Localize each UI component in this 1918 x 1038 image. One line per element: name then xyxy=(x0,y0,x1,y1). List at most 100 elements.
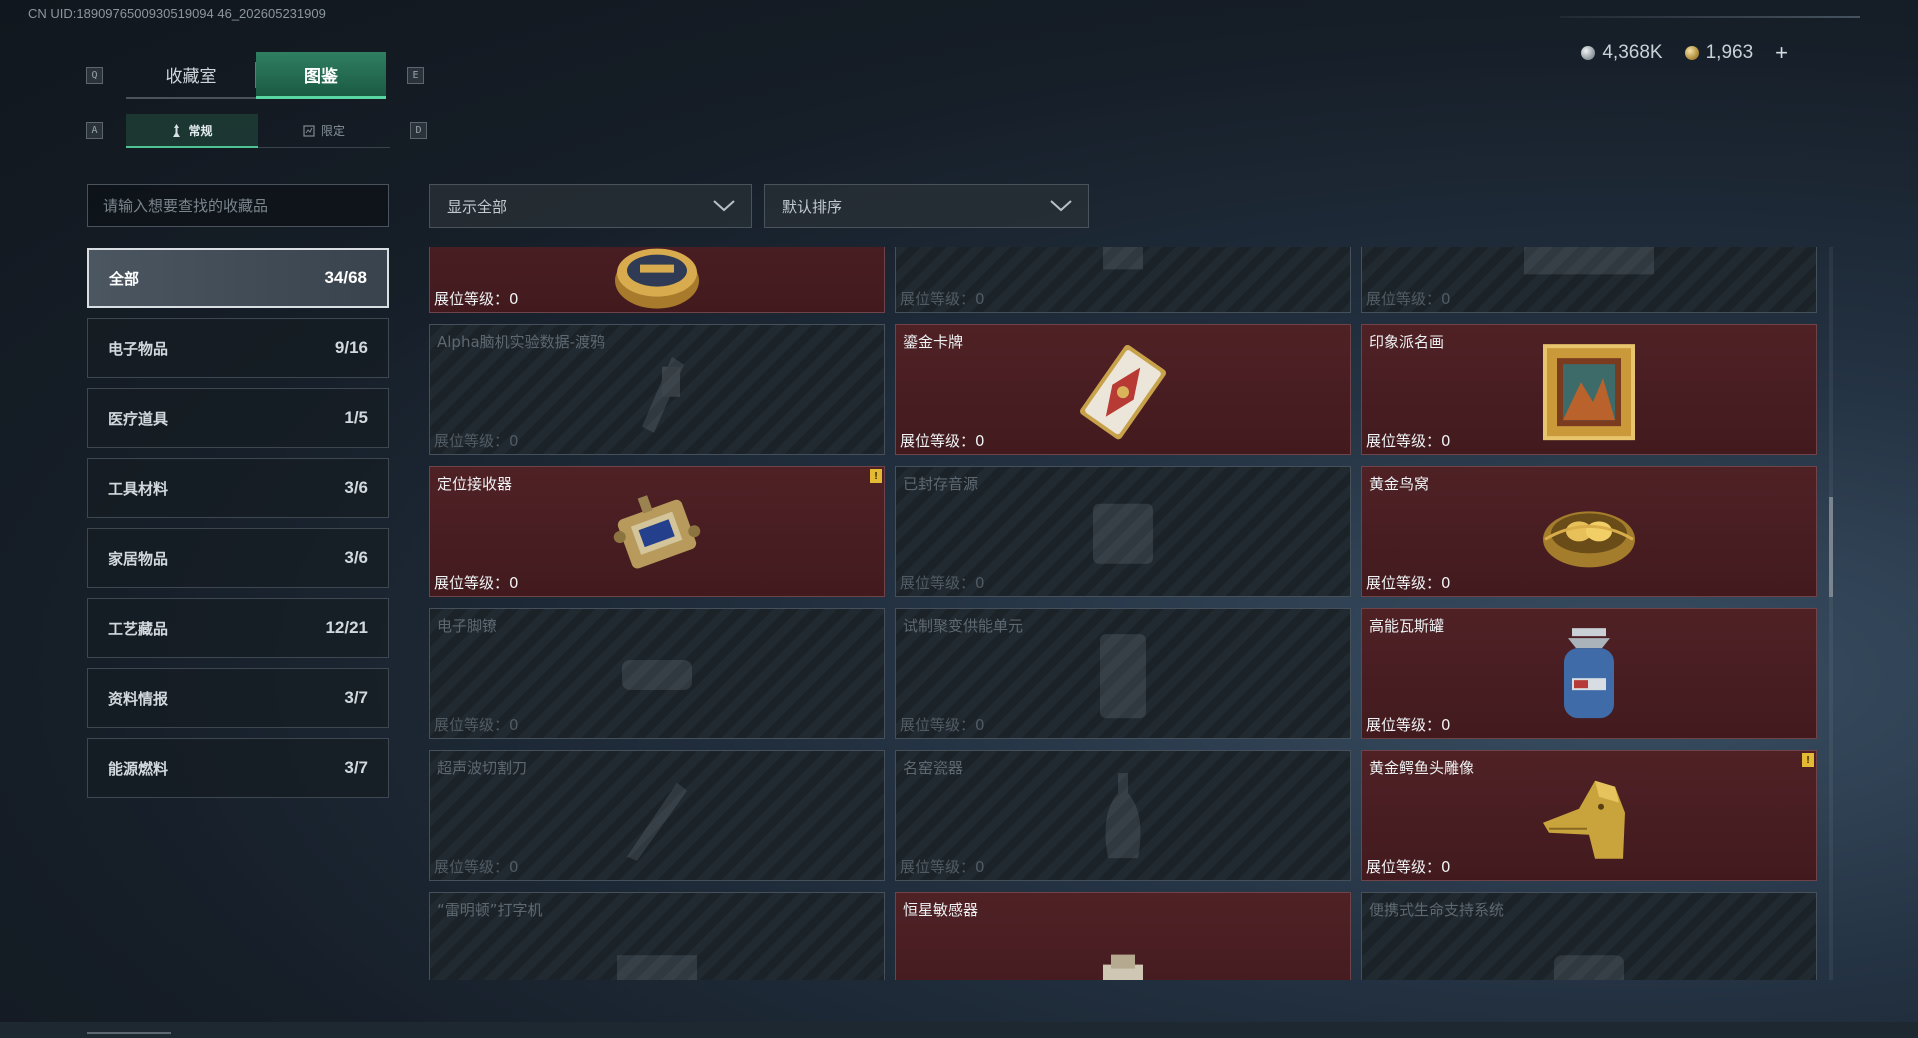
unknown-item-icon xyxy=(1519,247,1659,293)
category-medical[interactable]: 医疗道具 1/5 xyxy=(87,388,389,448)
gold-card-icon xyxy=(1068,342,1178,446)
category-label: 家居物品 xyxy=(108,549,169,568)
sealed-audio-icon xyxy=(1078,488,1168,582)
caviar-tin-icon xyxy=(612,247,702,312)
fusion-cell-icon xyxy=(1088,626,1158,730)
collection-card[interactable]: 定位接收器 ! 展位等级：0 xyxy=(429,466,885,597)
subtab-limited[interactable]: 限定 xyxy=(258,114,390,148)
item-name: 高能瓦斯罐 xyxy=(1369,617,1445,635)
category-label: 工艺藏品 xyxy=(108,619,169,638)
top-decoration-line xyxy=(1560,16,1860,18)
item-name: 超声波切割刀 xyxy=(437,759,528,777)
filter-dropdown[interactable]: 显示全部 xyxy=(429,184,752,228)
collection-grid: 展位等级：0 展位等级：0 展位等级：0 Alpha脑机实验数据-渡鸦 展位等级… xyxy=(429,247,1817,980)
filter-dropdown-label: 显示全部 xyxy=(447,197,508,216)
collection-card[interactable]: 名窑瓷器 展位等级：0 xyxy=(895,750,1351,881)
data-drive-icon xyxy=(622,346,692,440)
category-tools[interactable]: 工具材料 3/6 xyxy=(87,458,389,518)
item-name: 已封存音源 xyxy=(903,475,979,493)
tab-codex[interactable]: 图鉴 xyxy=(256,52,386,99)
item-name: 黄金鸟窝 xyxy=(1369,475,1430,493)
sort-dropdown-label: 默认排序 xyxy=(782,197,843,216)
collection-card[interactable]: 试制聚变供能单元 展位等级：0 xyxy=(895,608,1351,739)
display-level: 展位等级：0 xyxy=(900,574,985,592)
regular-icon xyxy=(173,123,181,137)
display-level: 展位等级：0 xyxy=(900,290,985,308)
item-name: 电子脚镣 xyxy=(437,617,498,635)
display-level: 展位等级：0 xyxy=(1366,290,1451,308)
porcelain-vase-icon xyxy=(1098,768,1148,872)
category-intel[interactable]: 资料情报 3/7 xyxy=(87,668,389,728)
key-hint-q: Q xyxy=(86,67,103,84)
item-name: 定位接收器 xyxy=(437,475,513,493)
gold-currency: 1,963 xyxy=(1684,42,1753,64)
collection-grid-viewport: 展位等级：0 展位等级：0 展位等级：0 Alpha脑机实验数据-渡鸦 展位等级… xyxy=(429,247,1826,980)
tab-divider xyxy=(255,62,256,88)
category-all[interactable]: 全部 34/68 xyxy=(87,248,389,308)
item-name: 试制聚变供能单元 xyxy=(903,617,1024,635)
tab-collection-room[interactable]: 收藏室 xyxy=(126,52,256,99)
ankle-monitor-icon xyxy=(612,639,702,713)
collection-card[interactable]: 恒星敏感器 xyxy=(895,892,1351,980)
category-count: 3/6 xyxy=(344,478,368,497)
search-input[interactable] xyxy=(103,196,373,215)
display-level: 展位等级：0 xyxy=(1366,432,1451,450)
limited-icon xyxy=(303,124,315,137)
main-tabs: 收藏室 图鉴 xyxy=(126,52,386,99)
grid-scrollbar[interactable] xyxy=(1829,247,1833,980)
typewriter-icon xyxy=(607,945,707,980)
gas-canister-icon xyxy=(1554,626,1624,730)
display-level: 展位等级：0 xyxy=(1366,716,1451,734)
category-count: 3/6 xyxy=(344,548,368,567)
collection-card[interactable]: 印象派名画 展位等级：0 xyxy=(1361,324,1817,455)
category-count: 3/7 xyxy=(344,688,368,707)
display-level: 展位等级：0 xyxy=(434,574,519,592)
collection-card[interactable]: 展位等级：0 xyxy=(1361,247,1817,313)
silver-currency: 4,368K xyxy=(1581,42,1663,64)
display-level: 展位等级：0 xyxy=(434,290,519,308)
collection-card[interactable]: Alpha脑机实验数据-渡鸦 展位等级：0 xyxy=(429,324,885,455)
sub-tabs: 常规 限定 xyxy=(126,114,390,148)
display-level: 展位等级：0 xyxy=(900,432,985,450)
item-name: 印象派名画 xyxy=(1369,333,1445,351)
category-count: 12/21 xyxy=(325,618,368,637)
collection-card[interactable]: 电子脚镣 展位等级：0 xyxy=(429,608,885,739)
gold-coin-icon xyxy=(1684,46,1699,60)
item-name: 便携式生命支持系统 xyxy=(1369,901,1505,919)
category-energy[interactable]: 能源燃料 3/7 xyxy=(87,738,389,798)
collection-card[interactable]: 黄金鳄鱼头雕像 ! 展位等级：0 xyxy=(1361,750,1817,881)
collection-card[interactable]: 便携式生命支持系统 xyxy=(1361,892,1817,980)
collection-card[interactable]: 黄金鸟窝 展位等级：0 xyxy=(1361,466,1817,597)
collection-card[interactable]: 展位等级：0 xyxy=(429,247,885,313)
subtab-regular-label: 常规 xyxy=(188,123,213,138)
sort-dropdown[interactable]: 默认排序 xyxy=(764,184,1089,228)
display-level: 展位等级：0 xyxy=(434,716,519,734)
locator-receiver-icon xyxy=(607,484,707,588)
subtab-regular[interactable]: 常规 xyxy=(126,114,258,148)
collection-card[interactable]: 超声波切割刀 展位等级：0 xyxy=(429,750,885,881)
category-household[interactable]: 家居物品 3/6 xyxy=(87,528,389,588)
collection-card[interactable]: 已封存音源 展位等级：0 xyxy=(895,466,1351,597)
chevron-down-icon xyxy=(713,200,735,212)
item-name: 鎏金卡牌 xyxy=(903,333,964,351)
collection-card[interactable]: 鎏金卡牌 展位等级：0 xyxy=(895,324,1351,455)
item-name: 恒星敏感器 xyxy=(903,901,979,919)
category-label: 资料情报 xyxy=(108,689,169,708)
collection-card[interactable]: “雷明顿”打字机 xyxy=(429,892,885,980)
scrollbar-thumb[interactable] xyxy=(1829,497,1833,597)
display-level: 展位等级：0 xyxy=(434,858,519,876)
silver-currency-value: 4,368K xyxy=(1602,42,1663,63)
item-name: “雷明顿”打字机 xyxy=(437,901,543,919)
collection-card[interactable]: 高能瓦斯罐 展位等级：0 xyxy=(1361,608,1817,739)
silver-coin-icon xyxy=(1581,46,1596,60)
new-alert-badge: ! xyxy=(1802,753,1814,767)
ultrasonic-cutter-icon xyxy=(617,772,697,866)
category-electronics[interactable]: 电子物品 9/16 xyxy=(87,318,389,378)
star-sensor-icon xyxy=(1083,950,1163,980)
bottom-tab-indicator xyxy=(87,1032,171,1034)
collection-card[interactable]: 展位等级：0 xyxy=(895,247,1351,313)
category-label: 医疗道具 xyxy=(108,409,169,428)
category-crafts[interactable]: 工艺藏品 12/21 xyxy=(87,598,389,658)
item-name: 名窑瓷器 xyxy=(903,759,964,777)
add-currency-button[interactable]: + xyxy=(1775,40,1788,66)
